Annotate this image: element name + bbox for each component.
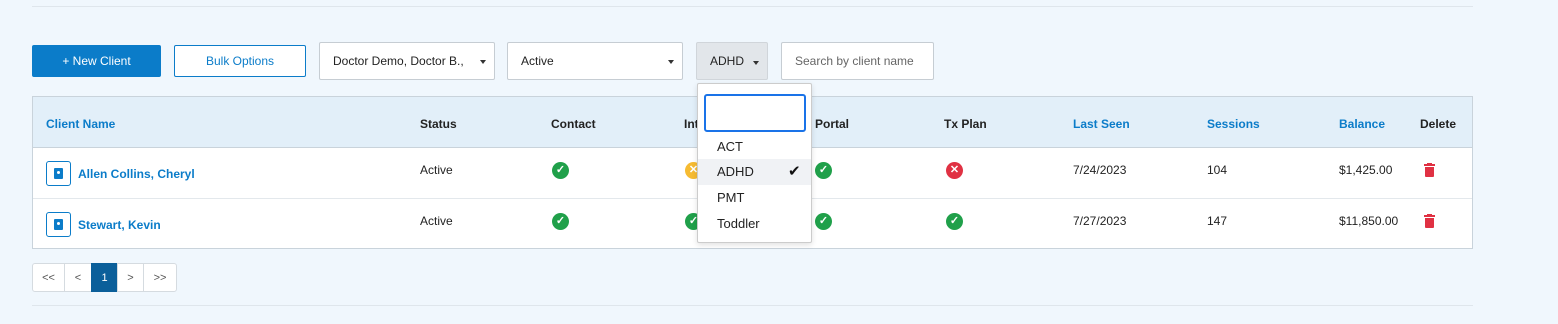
tag-option-label: PMT bbox=[717, 190, 745, 205]
last-seen-date: 7/24/2023 bbox=[1073, 163, 1127, 177]
pagination: << < 1 > >> bbox=[32, 263, 177, 292]
client-profile-icon[interactable] bbox=[46, 161, 71, 186]
client-status: Active bbox=[420, 214, 453, 228]
session-count: 147 bbox=[1207, 214, 1228, 228]
tag-filter-dropdown: ACT ADHD ✔ PMT Toddler bbox=[697, 83, 812, 243]
tag-search-input[interactable] bbox=[704, 94, 806, 132]
client-search-input[interactable] bbox=[781, 42, 934, 80]
tag-filter-button[interactable]: ADHD bbox=[696, 42, 768, 80]
contact-ok-icon: ✓ bbox=[552, 213, 569, 230]
next-page-button[interactable]: > bbox=[117, 263, 144, 292]
tag-option-act[interactable]: ACT bbox=[698, 134, 811, 160]
tx-plan-ok-icon: ✓ bbox=[946, 213, 963, 230]
tag-filter-label: ADHD bbox=[710, 54, 745, 68]
status-filter-select[interactable]: Active bbox=[507, 42, 683, 80]
column-header-balance[interactable]: Balance bbox=[1339, 117, 1385, 131]
column-header-tx-plan: Tx Plan bbox=[944, 117, 987, 131]
portal-ok-icon: ✓ bbox=[815, 162, 832, 179]
doctor-filter-select[interactable]: Doctor Demo, Doctor B., bbox=[319, 42, 495, 80]
column-header-portal: Portal bbox=[815, 117, 850, 131]
tag-option-pmt[interactable]: PMT bbox=[698, 185, 811, 211]
tag-option-label: Toddler bbox=[717, 216, 760, 231]
prev-page-button[interactable]: < bbox=[64, 263, 92, 292]
column-header-last-seen[interactable]: Last Seen bbox=[1073, 117, 1130, 131]
client-name-link[interactable]: Allen Collins, Cheryl bbox=[78, 167, 195, 181]
tag-option-adhd[interactable]: ADHD ✔ bbox=[698, 159, 811, 185]
bottom-divider bbox=[32, 305, 1473, 306]
trash-icon[interactable] bbox=[1424, 214, 1435, 228]
balance-amount: $11,850.00 bbox=[1339, 214, 1399, 228]
session-count: 104 bbox=[1207, 163, 1228, 177]
bulk-options-button[interactable]: Bulk Options bbox=[174, 45, 306, 77]
column-header-sessions[interactable]: Sessions bbox=[1207, 117, 1260, 131]
tag-option-toddler[interactable]: Toddler bbox=[698, 211, 811, 237]
balance-amount: $1,425.00 bbox=[1339, 163, 1393, 177]
last-page-button[interactable]: >> bbox=[143, 263, 177, 292]
trash-icon[interactable] bbox=[1424, 163, 1435, 177]
contact-ok-icon: ✓ bbox=[552, 162, 569, 179]
caret-down-icon bbox=[753, 61, 759, 65]
client-profile-icon[interactable] bbox=[46, 212, 71, 237]
first-page-button[interactable]: << bbox=[32, 263, 65, 292]
column-header-delete: Delete bbox=[1420, 117, 1457, 131]
column-header-client-name[interactable]: Client Name bbox=[46, 117, 115, 131]
new-client-button[interactable]: + New Client bbox=[32, 45, 161, 77]
status-filter-value: Active bbox=[521, 54, 554, 68]
client-status: Active bbox=[420, 163, 453, 177]
tag-option-label: ADHD bbox=[717, 164, 754, 179]
tx-plan-error-icon: ✕ bbox=[946, 162, 963, 179]
column-header-contact: Contact bbox=[551, 117, 596, 131]
current-page-button[interactable]: 1 bbox=[91, 263, 118, 292]
client-name-link[interactable]: Stewart, Kevin bbox=[78, 218, 161, 232]
column-header-status: Status bbox=[420, 117, 457, 131]
caret-down-icon bbox=[668, 60, 674, 64]
portal-ok-icon: ✓ bbox=[815, 213, 832, 230]
tag-option-label: ACT bbox=[717, 139, 743, 154]
doctor-filter-value: Doctor Demo, Doctor B., bbox=[333, 54, 464, 68]
top-divider bbox=[32, 6, 1473, 7]
caret-down-icon bbox=[480, 60, 486, 64]
checkmark-icon: ✔ bbox=[788, 163, 801, 180]
last-seen-date: 7/27/2023 bbox=[1073, 214, 1127, 228]
